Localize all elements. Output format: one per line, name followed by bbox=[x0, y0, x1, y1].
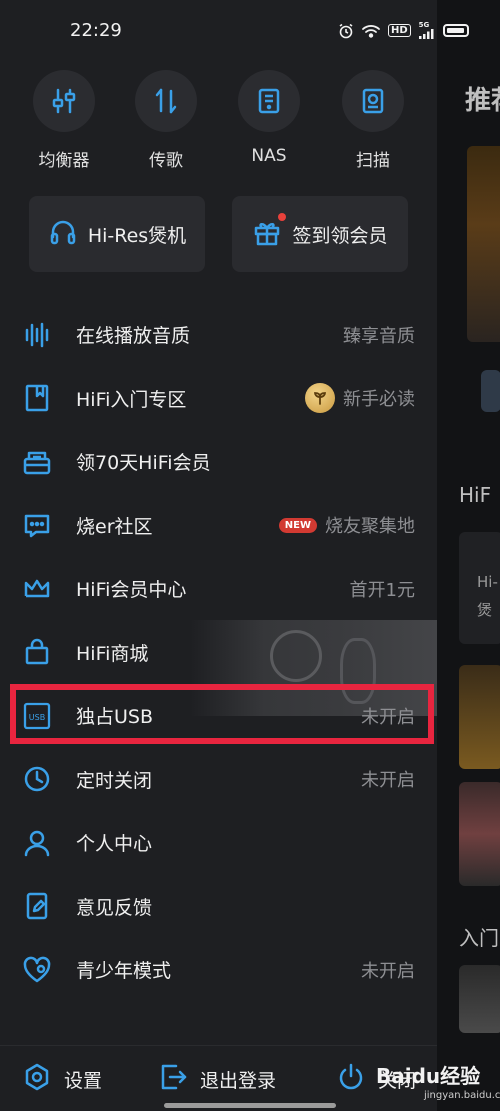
side-drawer: 22:29 均衡器 传歌 NAS 扫描 Hi-Res煲机 签到领会员 在线播放音… bbox=[0, 0, 437, 1111]
menu-label: 意见反馈 bbox=[76, 896, 153, 919]
book-icon bbox=[22, 383, 52, 413]
check-in-membership-label: 签到领会员 bbox=[292, 224, 388, 247]
menu-item-personal-center[interactable]: 个人中心 bbox=[0, 811, 437, 875]
quick-action-label: 扫描 bbox=[356, 151, 390, 171]
settings-button[interactable]: 设置 bbox=[22, 1046, 102, 1111]
sprout-coin-icon bbox=[305, 383, 335, 414]
baidu-watermark-url: jingyan.baidu.com bbox=[424, 1090, 500, 1101]
menu-label: HiFi商城 bbox=[76, 642, 149, 665]
ticket-icon bbox=[22, 447, 52, 477]
nas-icon bbox=[238, 70, 300, 132]
menu-item-hifi-beginner[interactable]: HiFi入门专区 新手必读 bbox=[0, 367, 437, 431]
menu-label: 个人中心 bbox=[76, 833, 153, 856]
background-banner-card[interactable] bbox=[467, 146, 500, 342]
quick-actions: 均衡器 传歌 NAS 扫描 bbox=[0, 70, 437, 180]
menu-label: 烧er社区 bbox=[76, 515, 153, 538]
menu-value: 未开启 bbox=[361, 770, 415, 792]
menu-item-teen-mode[interactable]: 青少年模式 未开启 bbox=[0, 938, 437, 1002]
background-thumb-3[interactable] bbox=[459, 965, 500, 1033]
menu-value: 未开启 bbox=[361, 960, 415, 982]
highlight-box bbox=[10, 684, 434, 744]
menu-item-playback-quality[interactable]: 在线播放音质 臻享音质 bbox=[0, 303, 437, 367]
menu-value: 臻享音质 bbox=[343, 325, 415, 347]
hd-icon: HD bbox=[388, 24, 411, 37]
hi-res-burn-in-label: Hi-Res煲机 bbox=[87, 224, 187, 247]
quick-action-nas[interactable]: NAS bbox=[224, 70, 314, 166]
notification-dot bbox=[278, 213, 287, 221]
quick-action-equalizer[interactable]: 均衡器 bbox=[19, 70, 109, 171]
background-main-page: 推荐 HiF Hi- 煲 入门 bbox=[437, 0, 500, 1111]
equalizer-icon bbox=[33, 70, 95, 132]
background-thumb-1[interactable] bbox=[459, 665, 500, 769]
menu-value-text: 新手必读 bbox=[343, 389, 415, 411]
check-in-membership-button[interactable]: 签到领会员 bbox=[232, 196, 408, 272]
background-thumb-2[interactable] bbox=[459, 782, 500, 886]
menu-label: 定时关闭 bbox=[76, 769, 153, 792]
background-card-line-1: Hi- bbox=[477, 573, 498, 591]
menu-value-text: 烧友聚集地 bbox=[325, 516, 415, 538]
wifi-icon bbox=[362, 24, 380, 38]
settings-icon bbox=[22, 1062, 52, 1096]
gift-icon bbox=[252, 213, 287, 251]
menu-label: 在线播放音质 bbox=[76, 325, 191, 348]
alarm-icon bbox=[338, 23, 354, 39]
waveform-icon bbox=[22, 320, 52, 350]
settings-label: 设置 bbox=[64, 1069, 103, 1092]
menu-item-hifi-member-center[interactable]: HiFi会员中心 首开1元 bbox=[0, 557, 437, 621]
menu-label: HiFi会员中心 bbox=[76, 579, 187, 602]
menu-item-sleep-timer[interactable]: 定时关闭 未开启 bbox=[0, 748, 437, 812]
quick-action-label: 传歌 bbox=[149, 151, 183, 171]
menu-label: 领70天HiFi会员 bbox=[76, 452, 211, 475]
menu-value: 新手必读 bbox=[305, 383, 415, 414]
background-section-title: HiF bbox=[459, 483, 492, 507]
menu-item-community[interactable]: 烧er社区 NEW 烧友聚集地 bbox=[0, 494, 437, 558]
logout-button[interactable]: 退出登录 bbox=[158, 1046, 276, 1111]
transfer-icon bbox=[135, 70, 197, 132]
background-card-line-2: 煲 bbox=[477, 601, 493, 619]
menu-label: 青少年模式 bbox=[76, 960, 172, 983]
quick-action-transfer[interactable]: 传歌 bbox=[121, 70, 211, 171]
drawer-footer: 设置 退出登录 关闭 bbox=[0, 1045, 437, 1111]
menu-value: 首开1元 bbox=[349, 579, 415, 601]
power-icon bbox=[336, 1062, 366, 1096]
baidu-watermark: Baidu经验 bbox=[376, 1064, 481, 1088]
logout-icon bbox=[158, 1062, 188, 1096]
heart-child-icon bbox=[22, 955, 52, 985]
clock-icon bbox=[22, 764, 52, 794]
signal-5g-icon: 5G bbox=[418, 21, 435, 39]
menu-value: NEW 烧友聚集地 bbox=[278, 512, 415, 538]
menu-label: HiFi入门专区 bbox=[76, 388, 187, 411]
quick-action-scan[interactable]: 扫描 bbox=[328, 70, 418, 171]
crown-icon bbox=[22, 574, 52, 604]
logout-label: 退出登录 bbox=[200, 1069, 277, 1092]
background-tab-recommend[interactable]: 推荐 bbox=[465, 80, 500, 117]
quick-action-label: NAS bbox=[251, 146, 287, 166]
hi-res-burn-in-button[interactable]: Hi-Res煲机 bbox=[29, 196, 205, 272]
menu-item-hifi-shop[interactable]: HiFi商城 bbox=[0, 621, 437, 685]
background-section-title-2: 入门 bbox=[459, 926, 499, 950]
chat-icon bbox=[22, 510, 52, 540]
drawer-menu: 在线播放音质 臻享音质 HiFi入门专区 新手必读 领70天HiFi会员 烧er… bbox=[0, 303, 437, 1002]
status-icons: HD 5G bbox=[338, 22, 469, 39]
battery-icon bbox=[442, 24, 469, 37]
signal-5g-label: 5G bbox=[418, 21, 430, 29]
menu-item-feedback[interactable]: 意见反馈 bbox=[0, 875, 437, 939]
shopping-bag-icon bbox=[22, 637, 52, 667]
home-indicator[interactable] bbox=[164, 1103, 336, 1108]
scan-icon bbox=[342, 70, 404, 132]
quick-action-label: 均衡器 bbox=[38, 151, 90, 171]
person-icon bbox=[22, 828, 52, 858]
menu-item-70-day-membership[interactable]: 领70天HiFi会员 bbox=[0, 430, 437, 494]
status-time: 22:29 bbox=[70, 20, 122, 41]
feedback-icon bbox=[22, 891, 52, 921]
new-badge: NEW bbox=[278, 517, 317, 533]
headphones-icon bbox=[48, 217, 78, 251]
background-icon-card[interactable] bbox=[481, 370, 500, 412]
